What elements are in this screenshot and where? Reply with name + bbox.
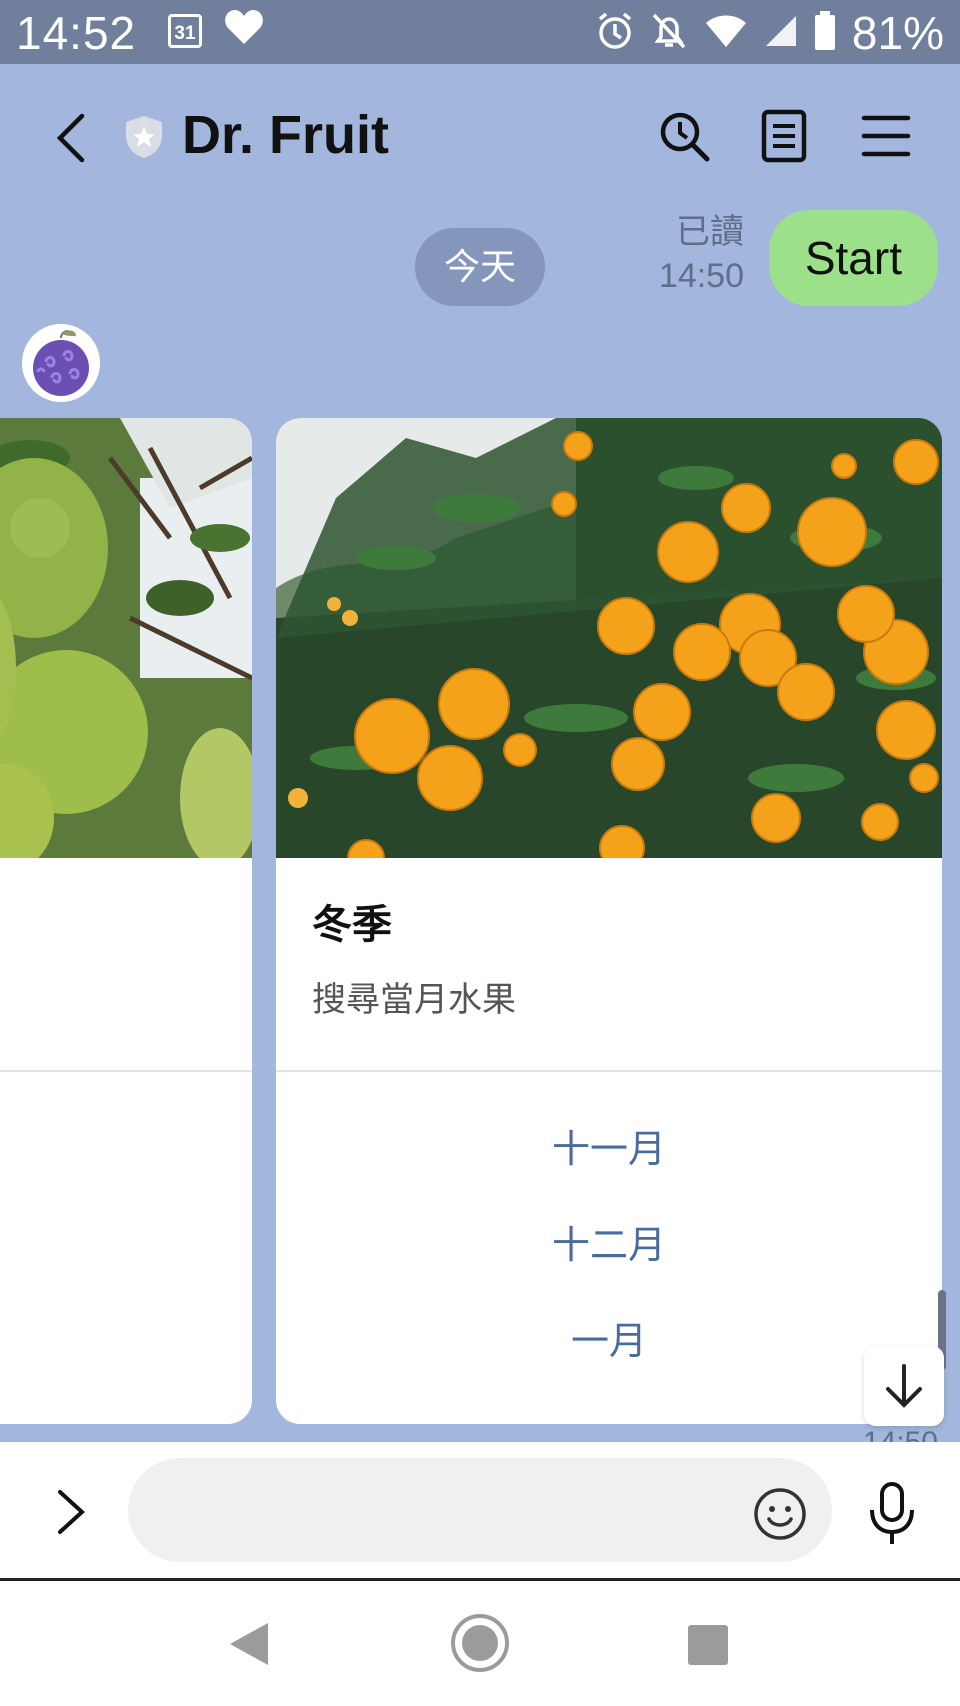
message-input-bar: [0, 1442, 960, 1580]
carousel-card-previous[interactable]: [0, 418, 252, 1424]
message-meta: 已讀 14:50: [659, 210, 744, 298]
devil-fruit-avatar-icon: [22, 324, 100, 402]
calendar-icon: 31: [168, 14, 202, 48]
battery-percent: 81%: [851, 7, 944, 59]
muted-bell-icon: [650, 11, 688, 56]
triangle-back-icon: [230, 1623, 268, 1665]
microphone-button[interactable]: [866, 1480, 918, 1548]
chat-area[interactable]: 今天 已讀 14:50 Start 冬季 搜尋當月水果 十一月 十二月 一月: [0, 210, 960, 1442]
sent-message-bubble[interactable]: Start: [768, 210, 938, 306]
verified-shield-icon: [124, 114, 164, 165]
wifi-icon: [704, 13, 748, 54]
alarm-icon: [596, 11, 634, 56]
action-november[interactable]: 十一月: [276, 1118, 942, 1173]
action-january[interactable]: 一月: [276, 1310, 942, 1365]
orange-tree-image: [276, 418, 942, 858]
hamburger-menu-icon: [861, 115, 911, 157]
card-body: 冬季 搜尋當月水果: [276, 858, 942, 1072]
sent-time: 14:50: [658, 257, 744, 295]
scroll-to-bottom-button[interactable]: [864, 1346, 944, 1426]
pomelo-image: [0, 418, 252, 858]
bot-avatar[interactable]: [22, 324, 100, 402]
heart-icon: [224, 8, 264, 51]
emoji-button[interactable]: [752, 1486, 808, 1542]
microphone-icon: [870, 1482, 914, 1544]
expand-menu-button[interactable]: [50, 1482, 90, 1542]
menu-button[interactable]: [858, 108, 914, 164]
status-time: 14:52: [16, 7, 137, 59]
chevron-left-icon: [56, 113, 85, 163]
card-title: 冬季: [312, 903, 392, 947]
smiley-icon: [754, 1488, 806, 1540]
action-december[interactable]: 十二月: [276, 1214, 942, 1269]
card-subtitle: 搜尋當月水果: [312, 981, 516, 1019]
message-input[interactable]: [128, 1458, 832, 1562]
nav-home-button[interactable]: [450, 1613, 510, 1678]
arrow-down-icon: [886, 1364, 922, 1408]
read-receipt: 已讀: [676, 213, 744, 251]
date-separator: 今天: [415, 228, 545, 306]
nav-back-button[interactable]: [228, 1621, 270, 1672]
notes-button[interactable]: [756, 108, 812, 164]
chevron-right-icon: [58, 1490, 85, 1534]
signal-icon: [764, 14, 798, 53]
back-button[interactable]: [48, 108, 98, 168]
battery-icon: [814, 10, 836, 56]
card-body: [0, 858, 252, 1072]
home-circle-icon: [451, 1614, 509, 1672]
search-button[interactable]: [656, 108, 712, 164]
carousel-card-winter[interactable]: 冬季 搜尋當月水果 十一月 十二月 一月: [276, 418, 942, 1424]
received-time: 14:50: [863, 1426, 938, 1442]
nav-recent-apps-button[interactable]: [688, 1625, 728, 1665]
system-nav-bar: [0, 1581, 960, 1706]
chat-header: Dr. Fruit: [0, 64, 960, 210]
status-bar: 14:52 31 81%: [0, 0, 960, 64]
page-title: Dr. Fruit: [182, 105, 390, 165]
search-icon: [660, 112, 710, 162]
notes-icon: [761, 109, 807, 163]
